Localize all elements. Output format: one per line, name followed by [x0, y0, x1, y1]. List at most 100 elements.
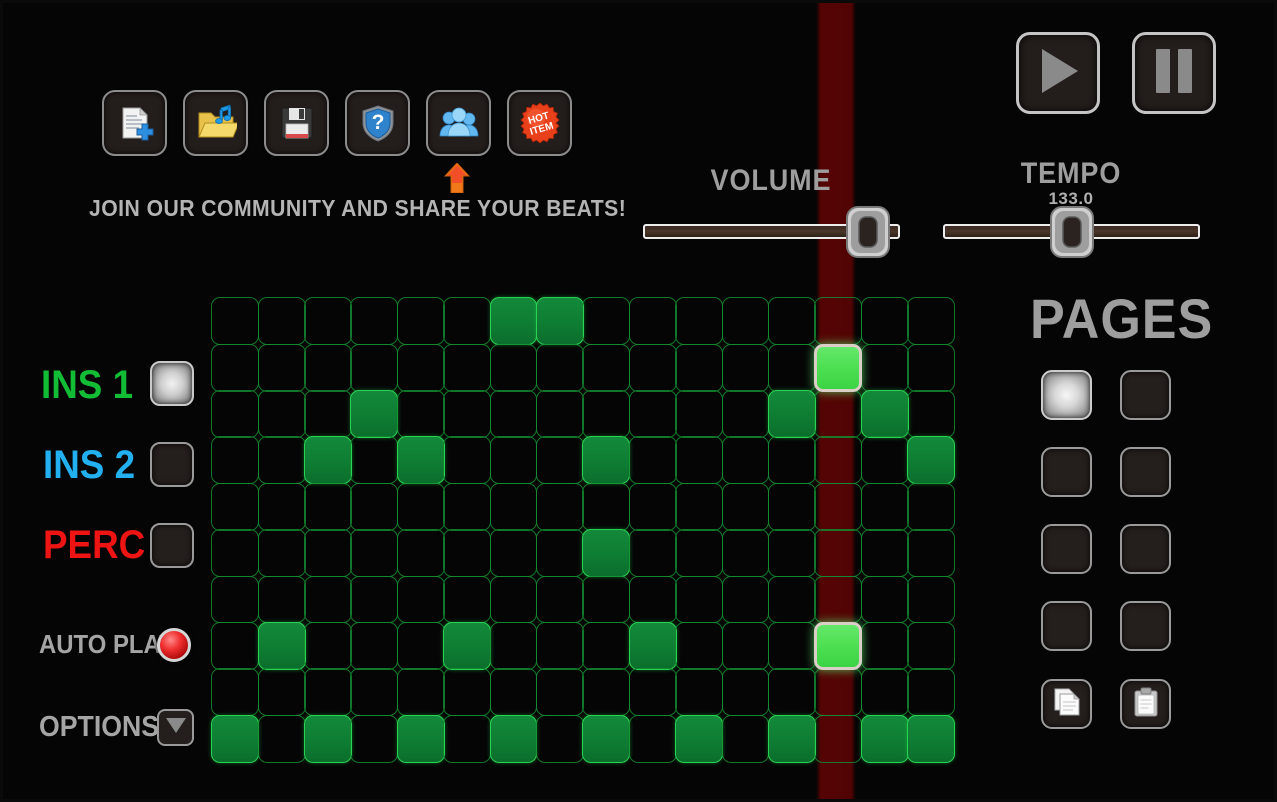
sequencer-cell[interactable]: [350, 297, 399, 346]
sequencer-cell[interactable]: [767, 668, 816, 717]
sequencer-cell[interactable]: [396, 714, 445, 763]
sequencer-cell[interactable]: [860, 297, 909, 346]
sequencer-cell[interactable]: [350, 621, 399, 670]
sequencer-cell[interactable]: [907, 297, 955, 346]
sequencer-cell[interactable]: [257, 343, 306, 392]
sequencer-cell[interactable]: [304, 714, 352, 763]
sequencer-cell[interactable]: [211, 529, 260, 578]
sequencer-cell[interactable]: [721, 714, 770, 763]
sequencer-cell[interactable]: [675, 343, 724, 392]
sequencer-cell[interactable]: [675, 714, 724, 763]
sequencer-cell[interactable]: [860, 529, 909, 578]
sequencer-cell[interactable]: [860, 714, 909, 763]
sequencer-cell[interactable]: [211, 668, 260, 717]
sequencer-cell[interactable]: [350, 529, 399, 578]
sequencer-cell[interactable]: [304, 297, 352, 346]
sequencer-cell[interactable]: [582, 482, 631, 531]
sequencer-cell[interactable]: [582, 621, 631, 670]
sequencer-cell[interactable]: [814, 297, 863, 346]
sequencer-cell[interactable]: [628, 390, 677, 438]
sequencer-cell[interactable]: [628, 343, 677, 392]
sequencer-cell[interactable]: [628, 621, 677, 670]
sequencer-cell[interactable]: [396, 575, 445, 624]
sequencer-cell[interactable]: [907, 575, 955, 624]
track-toggle-ins2[interactable]: [150, 442, 194, 487]
sequencer-cell[interactable]: [489, 482, 538, 531]
sequencer-cell[interactable]: [211, 714, 260, 763]
track-toggle-perc[interactable]: [150, 523, 194, 568]
sequencer-cell[interactable]: [443, 482, 492, 531]
sequencer-cell[interactable]: [304, 575, 352, 624]
sequencer-cell[interactable]: [443, 668, 492, 717]
sequencer-cell[interactable]: [814, 668, 863, 717]
sequencer-cell[interactable]: [304, 390, 352, 438]
sequencer-cell[interactable]: [907, 529, 955, 578]
sequencer-cell[interactable]: [721, 529, 770, 578]
sequencer-cell[interactable]: [582, 668, 631, 717]
sequencer-cell[interactable]: [257, 621, 306, 670]
sequencer-cell[interactable]: [814, 621, 863, 670]
sequencer-cell[interactable]: [582, 714, 631, 763]
paste-page-button[interactable]: [1120, 679, 1171, 729]
page-button-5[interactable]: [1041, 524, 1092, 574]
sequencer-cell[interactable]: [211, 575, 260, 624]
sequencer-cell[interactable]: [675, 390, 724, 438]
sequencer-cell[interactable]: [582, 297, 631, 346]
sequencer-cell[interactable]: [582, 390, 631, 438]
options-dropdown-button[interactable]: [157, 709, 194, 746]
sequencer-cell[interactable]: [582, 529, 631, 578]
page-button-2[interactable]: [1120, 370, 1171, 420]
sequencer-grid[interactable]: [211, 297, 955, 763]
sequencer-cell[interactable]: [860, 575, 909, 624]
sequencer-cell[interactable]: [767, 714, 816, 763]
sequencer-cell[interactable]: [350, 436, 399, 485]
sequencer-cell[interactable]: [535, 621, 584, 670]
sequencer-cell[interactable]: [350, 714, 399, 763]
sequencer-cell[interactable]: [489, 390, 538, 438]
sequencer-cell[interactable]: [767, 436, 816, 485]
sequencer-cell[interactable]: [350, 390, 399, 438]
sequencer-cell[interactable]: [304, 621, 352, 670]
sequencer-cell[interactable]: [489, 343, 538, 392]
sequencer-cell[interactable]: [860, 390, 909, 438]
sequencer-cell[interactable]: [304, 343, 352, 392]
sequencer-cell[interactable]: [211, 343, 260, 392]
sequencer-cell[interactable]: [814, 714, 863, 763]
sequencer-cell[interactable]: [350, 575, 399, 624]
sequencer-cell[interactable]: [257, 436, 306, 485]
sequencer-cell[interactable]: [907, 668, 955, 717]
sequencer-cell[interactable]: [443, 714, 492, 763]
sequencer-cell[interactable]: [257, 482, 306, 531]
sequencer-cell[interactable]: [489, 297, 538, 346]
page-button-3[interactable]: [1041, 447, 1092, 497]
sequencer-cell[interactable]: [211, 436, 260, 485]
sequencer-cell[interactable]: [257, 390, 306, 438]
sequencer-cell[interactable]: [211, 297, 260, 346]
sequencer-cell[interactable]: [860, 343, 909, 392]
sequencer-cell[interactable]: [535, 668, 584, 717]
sequencer-cell[interactable]: [582, 343, 631, 392]
sequencer-cell[interactable]: [907, 714, 955, 763]
page-button-1[interactable]: [1041, 370, 1092, 420]
sequencer-cell[interactable]: [304, 436, 352, 485]
sequencer-cell[interactable]: [535, 482, 584, 531]
sequencer-cell[interactable]: [721, 390, 770, 438]
sequencer-cell[interactable]: [396, 621, 445, 670]
sequencer-cell[interactable]: [257, 668, 306, 717]
new-file-button[interactable]: [102, 90, 167, 156]
sequencer-cell[interactable]: [443, 390, 492, 438]
copy-page-button[interactable]: [1041, 679, 1092, 729]
sequencer-cell[interactable]: [907, 343, 955, 392]
sequencer-cell[interactable]: [257, 714, 306, 763]
sequencer-cell[interactable]: [628, 575, 677, 624]
sequencer-cell[interactable]: [814, 436, 863, 485]
sequencer-cell[interactable]: [860, 668, 909, 717]
sequencer-cell[interactable]: [767, 621, 816, 670]
auto-play-led-toggle[interactable]: [157, 628, 191, 662]
sequencer-cell[interactable]: [443, 575, 492, 624]
sequencer-cell[interactable]: [443, 297, 492, 346]
sequencer-cell[interactable]: [628, 436, 677, 485]
sequencer-cell[interactable]: [675, 621, 724, 670]
sequencer-cell[interactable]: [211, 621, 260, 670]
sequencer-cell[interactable]: [535, 297, 584, 346]
